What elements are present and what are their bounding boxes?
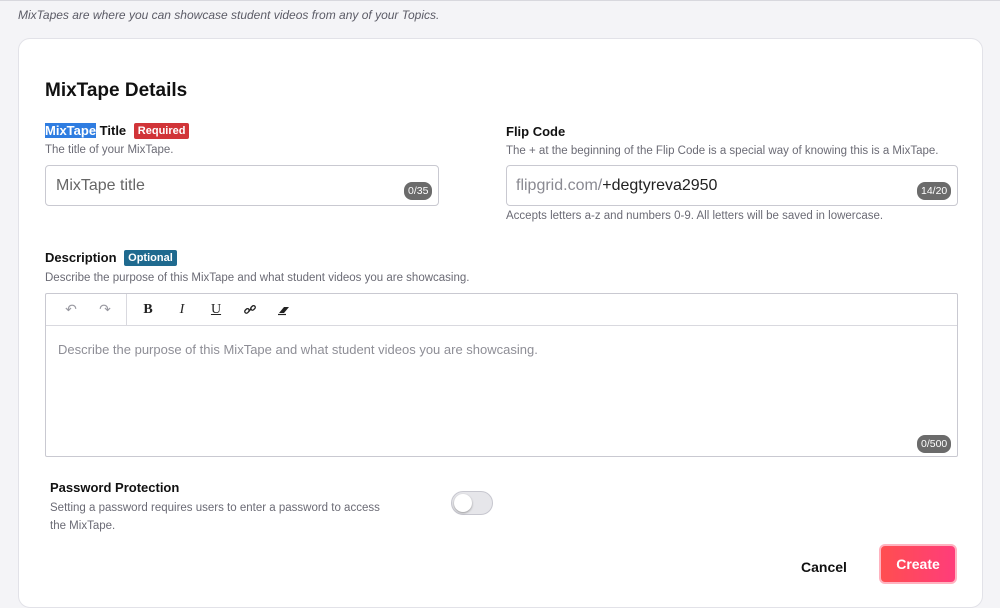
undo-button[interactable]: ↶	[54, 295, 88, 325]
flip-code-prefix: flipgrid.com/	[516, 176, 603, 194]
flip-code-label: Flip Code	[506, 124, 566, 139]
redo-button[interactable]: ↷	[88, 295, 122, 325]
top-divider	[0, 0, 1000, 1]
editor-toolbar: ↶ ↷ B I U	[46, 293, 957, 326]
title-input[interactable]	[45, 165, 439, 206]
description-label: Description Optional	[45, 250, 177, 266]
clear-format-button[interactable]	[267, 295, 301, 325]
flip-code-help: The + at the beginning of the Flip Code …	[506, 145, 939, 157]
password-help: Setting a password requires users to ent…	[50, 499, 380, 535]
title-label: MixTape Title Required	[45, 123, 190, 139]
password-toggle[interactable]	[451, 491, 493, 515]
flip-code-counter: 14/20	[917, 182, 952, 200]
italic-button[interactable]: I	[165, 295, 199, 325]
undo-icon: ↶	[65, 301, 77, 317]
italic-icon: I	[179, 301, 185, 317]
password-help-line1: Setting a password requires users to ent…	[50, 502, 380, 514]
toolbar-separator	[126, 293, 127, 326]
underline-button[interactable]: U	[199, 295, 233, 325]
section-title: MixTape Details	[45, 80, 188, 101]
mixtape-details-card: MixTape Details MixTape Title Required T…	[18, 38, 983, 608]
create-button[interactable]: Create	[879, 544, 957, 584]
bold-icon: B	[143, 301, 153, 317]
description-editor: ↶ ↷ B I U Describe the purpose of this M…	[45, 293, 958, 457]
description-label-text: Description	[45, 250, 117, 265]
cancel-button[interactable]: Cancel	[789, 555, 859, 579]
password-label: Password Protection	[50, 480, 180, 495]
title-label-rest: Title	[96, 123, 127, 138]
password-help-line2: the MixTape.	[50, 520, 116, 532]
description-help: Describe the purpose of this MixTape and…	[45, 272, 470, 284]
bold-button[interactable]: B	[131, 295, 165, 325]
link-button[interactable]	[233, 295, 267, 325]
redo-icon: ↷	[99, 301, 111, 317]
flip-code-value: +degtyreva2950	[602, 176, 718, 194]
flip-code-note: Accepts letters a-z and numbers 0-9. All…	[506, 210, 884, 222]
title-label-highlight: MixTape	[45, 123, 97, 138]
toggle-knob	[454, 494, 472, 512]
description-counter: 0/500	[917, 435, 952, 453]
description-placeholder[interactable]: Describe the purpose of this MixTape and…	[58, 342, 538, 357]
link-icon	[244, 304, 256, 314]
intro-text: MixTapes are where you can showcase stud…	[18, 8, 440, 22]
flip-code-input[interactable]: flipgrid.com/+degtyreva2950	[506, 165, 958, 206]
required-badge: Required	[133, 123, 190, 139]
underline-icon: U	[210, 301, 222, 317]
title-counter: 0/35	[404, 182, 433, 200]
title-help: The title of your MixTape.	[45, 144, 174, 156]
eraser-icon	[278, 306, 289, 315]
optional-badge: Optional	[124, 250, 177, 266]
